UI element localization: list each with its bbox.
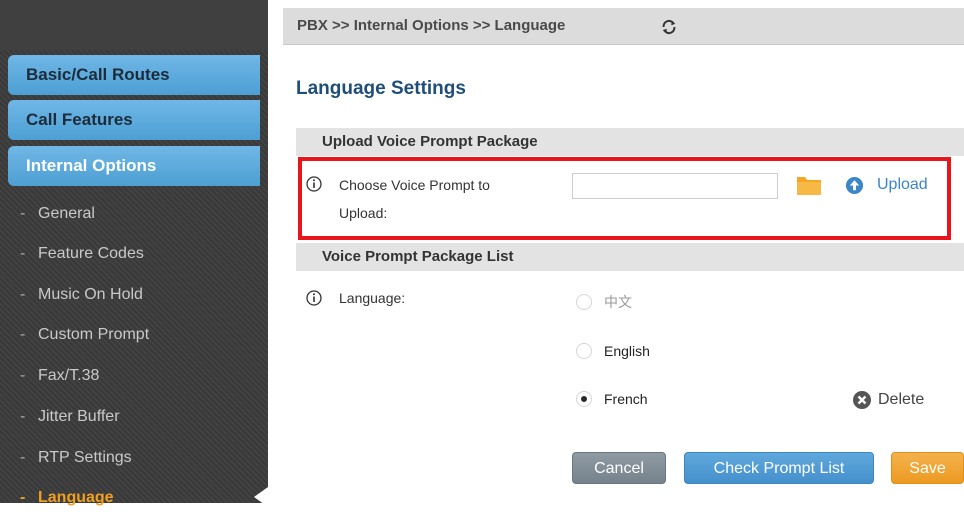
info-icon[interactable]: [306, 290, 322, 306]
sidebar-item-language[interactable]: - Language: [20, 478, 260, 518]
radio-label-chinese: 中文: [604, 294, 632, 310]
sidebar-item-label: Language: [38, 489, 114, 506]
upload-section-header: Upload Voice Prompt Package: [296, 128, 964, 156]
sidebar-item-dash: -: [20, 205, 26, 222]
radio-language-english[interactable]: [576, 343, 592, 359]
sidebar-item-dash: -: [20, 489, 26, 506]
sidebar-item-general[interactable]: - General: [20, 194, 260, 234]
sidebar-category-basic-call-routes[interactable]: Basic/Call Routes: [8, 55, 260, 95]
delete-icon: [853, 391, 871, 409]
sidebar-item-fax-t38[interactable]: - Fax/T.38: [20, 356, 260, 396]
sidebar: Basic/Call Routes Call Features Internal…: [0, 0, 268, 507]
sidebar-item-music-on-hold[interactable]: - Music On Hold: [20, 275, 260, 315]
page-title: Language Settings: [296, 78, 466, 99]
refresh-icon[interactable]: [660, 18, 678, 36]
highlight-box: [298, 157, 951, 240]
sidebar-header: [0, 0, 268, 50]
save-button[interactable]: Save: [891, 452, 964, 484]
sidebar-item-jitter-buffer[interactable]: - Jitter Buffer: [20, 397, 260, 437]
radio-label-english: English: [604, 343, 650, 359]
sidebar-item-label: RTP Settings: [38, 449, 132, 466]
sidebar-item-dash: -: [20, 286, 26, 303]
sidebar-category-call-features[interactable]: Call Features: [8, 100, 260, 140]
cancel-button[interactable]: Cancel: [572, 452, 666, 484]
sidebar-item-dash: -: [20, 326, 26, 343]
sidebar-item-rtp-settings[interactable]: - RTP Settings: [20, 438, 260, 478]
radio-language-french[interactable]: [576, 391, 592, 407]
breadcrumb: PBX >> Internal Options >> Language: [297, 17, 566, 34]
check-prompt-list-button[interactable]: Check Prompt List: [684, 452, 874, 484]
sidebar-item-label: Fax/T.38: [38, 367, 100, 384]
sidebar-item-dash: -: [20, 245, 26, 262]
radio-language-chinese[interactable]: [576, 294, 592, 310]
sidebar-item-dash: -: [20, 367, 26, 384]
sidebar-item-dash: -: [20, 408, 26, 425]
sidebar-item-label: Feature Codes: [38, 245, 144, 262]
sidebar-item-label: Jitter Buffer: [38, 408, 120, 425]
sidebar-category-internal-options[interactable]: Internal Options: [8, 146, 260, 186]
sidebar-item-label: General: [38, 205, 95, 222]
sidebar-item-custom-prompt[interactable]: - Custom Prompt: [20, 315, 260, 355]
delete-label: Delete: [878, 391, 925, 408]
list-section-header: Voice Prompt Package List: [296, 243, 964, 271]
sidebar-item-dash: -: [20, 449, 26, 466]
sidebar-item-label: Music On Hold: [38, 286, 143, 303]
sidebar-item-feature-codes[interactable]: - Feature Codes: [20, 234, 260, 274]
language-label: Language:: [339, 290, 406, 306]
breadcrumb-bar: PBX >> Internal Options >> Language: [283, 8, 964, 45]
radio-label-french: French: [604, 391, 648, 407]
active-item-pointer: [254, 487, 268, 507]
sidebar-item-label: Custom Prompt: [38, 326, 150, 343]
